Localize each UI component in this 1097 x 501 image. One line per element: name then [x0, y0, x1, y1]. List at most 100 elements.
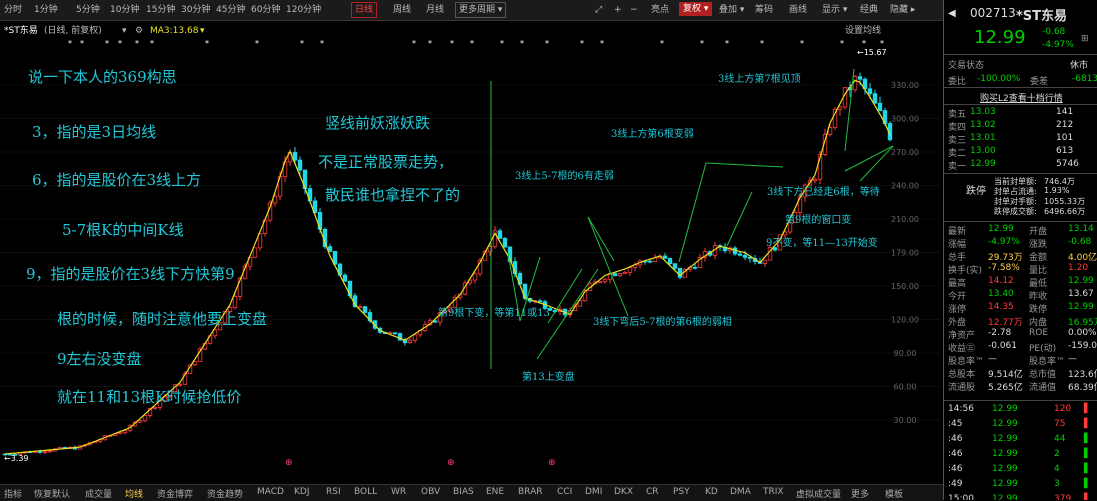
- tab-indicator[interactable]: 指标: [4, 487, 22, 500]
- tab-wr[interactable]: WR: [391, 487, 406, 497]
- event-star-icon[interactable]: *: [725, 39, 729, 48]
- period-tab-daily[interactable]: 日线: [351, 2, 378, 18]
- period-tab-1min[interactable]: 1分钟: [34, 3, 58, 17]
- tab-cci[interactable]: CCI: [557, 487, 572, 497]
- event-star-icon[interactable]: *: [580, 39, 584, 48]
- event-star-icon[interactable]: *: [320, 39, 324, 48]
- event-star-icon[interactable]: *: [412, 39, 416, 48]
- tab-trix[interactable]: TRIX: [763, 487, 784, 497]
- tab-more[interactable]: 更多: [851, 487, 869, 500]
- period-tab-15min[interactable]: 15分钟: [146, 3, 175, 17]
- candle-body: [342, 274, 348, 282]
- highlights-button[interactable]: 亮点: [651, 3, 669, 17]
- tab-ene[interactable]: ENE: [486, 487, 504, 497]
- period-tab-60min[interactable]: 60分钟: [251, 3, 280, 17]
- tab-rsi[interactable]: RSI: [326, 487, 341, 497]
- period-tab-45min[interactable]: 45分钟: [216, 3, 245, 17]
- period-tab-timeshare[interactable]: 分时: [4, 3, 22, 17]
- zoom-in-icon[interactable]: +: [614, 3, 622, 17]
- tab-kd[interactable]: KD: [705, 487, 718, 497]
- classic-button[interactable]: 经典: [860, 3, 878, 17]
- period-tab-monthly[interactable]: 月线: [426, 3, 444, 17]
- event-star-icon[interactable]: *: [880, 39, 884, 48]
- gear-icon[interactable]: ⚙: [135, 26, 143, 36]
- tab-brar[interactable]: BRAR: [518, 487, 542, 497]
- tab-boll[interactable]: BOLL: [354, 487, 377, 497]
- event-star-icon[interactable]: *: [840, 39, 844, 48]
- collapse-icon[interactable]: ◀: [948, 8, 956, 19]
- event-star-icon[interactable]: *: [520, 39, 524, 48]
- event-star-icon[interactable]: *: [500, 39, 504, 48]
- tab-psy[interactable]: PSY: [673, 487, 690, 497]
- period-tab-5min[interactable]: 5分钟: [76, 3, 100, 17]
- event-star-icon[interactable]: *: [760, 39, 764, 48]
- stat-value: 12.99: [1068, 302, 1094, 312]
- tab-cr[interactable]: CR: [646, 487, 659, 497]
- draw-button[interactable]: 画线: [789, 3, 807, 17]
- tab-fund-trend[interactable]: 资金趋势: [207, 487, 243, 500]
- chip-button[interactable]: 筹码: [755, 3, 773, 17]
- event-star-icon[interactable]: *: [660, 39, 664, 48]
- ma-settings-link[interactable]: 设置均线: [845, 24, 881, 36]
- add-favorite-icon[interactable]: ⊞: [1081, 34, 1089, 44]
- event-star-icon[interactable]: *: [450, 39, 454, 48]
- ma-dropdown-icon[interactable]: ▾: [200, 26, 205, 36]
- restore-right-button[interactable]: 复权 ▾: [679, 2, 713, 16]
- period-tab-120min[interactable]: 120分钟: [286, 3, 321, 17]
- zoom-out-icon[interactable]: −: [630, 3, 638, 17]
- event-star-icon[interactable]: *: [105, 39, 109, 48]
- kline-chart-canvas[interactable]: *ST东易 (日线, 前复权) ▾ ⚙ MA3:13.68 ▾ 设置均线 * * *…: [0, 21, 943, 482]
- event-star-icon[interactable]: *: [600, 39, 604, 48]
- ask-price[interactable]: 13.01: [970, 133, 996, 143]
- dropdown-icon[interactable]: ▾: [122, 26, 127, 36]
- tab-kdj[interactable]: KDJ: [294, 487, 310, 497]
- tab-dkx[interactable]: DKX: [614, 487, 633, 497]
- tab-restore-default[interactable]: 恢复默认: [34, 487, 70, 500]
- ask-price[interactable]: 13.02: [970, 120, 996, 130]
- hide-button[interactable]: 隐藏 ▸: [890, 3, 915, 17]
- period-tab-30min[interactable]: 30分钟: [181, 3, 210, 17]
- tab-volume[interactable]: 成交量: [85, 487, 112, 500]
- expand-icon[interactable]: ⤢: [595, 3, 602, 17]
- tab-dma[interactable]: DMA: [730, 487, 751, 497]
- tab-template[interactable]: 模板: [885, 487, 903, 500]
- limit-info-value: 1.93%: [1044, 186, 1070, 195]
- event-star-icon[interactable]: *: [68, 39, 72, 48]
- tab-dmi[interactable]: DMI: [585, 487, 602, 497]
- event-star-icon[interactable]: *: [545, 39, 549, 48]
- period-tab-10min[interactable]: 10分钟: [110, 3, 139, 17]
- l2-link[interactable]: 购买L2查看十档行情: [980, 91, 1063, 104]
- event-star-icon[interactable]: *: [205, 39, 209, 48]
- event-star-icon[interactable]: *: [800, 39, 804, 48]
- overlay-button[interactable]: 叠加 ▾: [719, 3, 744, 17]
- event-star-icon[interactable]: *: [135, 39, 139, 48]
- event-star-icon[interactable]: *: [150, 39, 154, 48]
- ask-price[interactable]: 12.99: [970, 159, 996, 169]
- period-tab-weekly[interactable]: 周线: [393, 3, 411, 17]
- tab-virtual-volume[interactable]: 虚拟成交量: [796, 487, 841, 500]
- event-marker-icon[interactable]: ⊕: [447, 458, 455, 468]
- event-star-icon[interactable]: *: [118, 39, 122, 48]
- stat-value: 13.67: [1068, 289, 1094, 299]
- ask-price[interactable]: 13.03: [970, 107, 996, 117]
- event-marker-icon[interactable]: ⊕: [285, 458, 293, 468]
- more-periods-button[interactable]: 更多周期 ▾: [455, 2, 507, 18]
- event-star-icon[interactable]: *: [255, 39, 259, 48]
- ask-level-label: 卖四: [948, 123, 967, 133]
- y-axis-tick: 210.00: [891, 215, 919, 224]
- event-star-icon[interactable]: *: [300, 39, 304, 48]
- tab-macd[interactable]: MACD: [257, 487, 284, 497]
- tab-fund-game[interactable]: 资金博弈: [157, 487, 193, 500]
- tab-obv[interactable]: OBV: [421, 487, 440, 497]
- tab-bias[interactable]: BIAS: [453, 487, 474, 497]
- event-star-icon[interactable]: *: [80, 39, 84, 48]
- event-star-icon[interactable]: *: [428, 39, 432, 48]
- event-star-icon[interactable]: *: [470, 39, 474, 48]
- event-star-icon[interactable]: *: [862, 39, 866, 48]
- event-marker-icon[interactable]: ⊕: [548, 458, 556, 468]
- event-star-icon[interactable]: *: [700, 39, 704, 48]
- tab-ma[interactable]: 均线: [125, 487, 143, 500]
- display-button[interactable]: 显示 ▾: [822, 3, 847, 17]
- kline-chart[interactable]: *ST东易 (日线, 前复权) ▾ ⚙ MA3:13.68 ▾ 设置均线 * * *…: [0, 21, 943, 482]
- ask-price[interactable]: 13.00: [970, 146, 996, 156]
